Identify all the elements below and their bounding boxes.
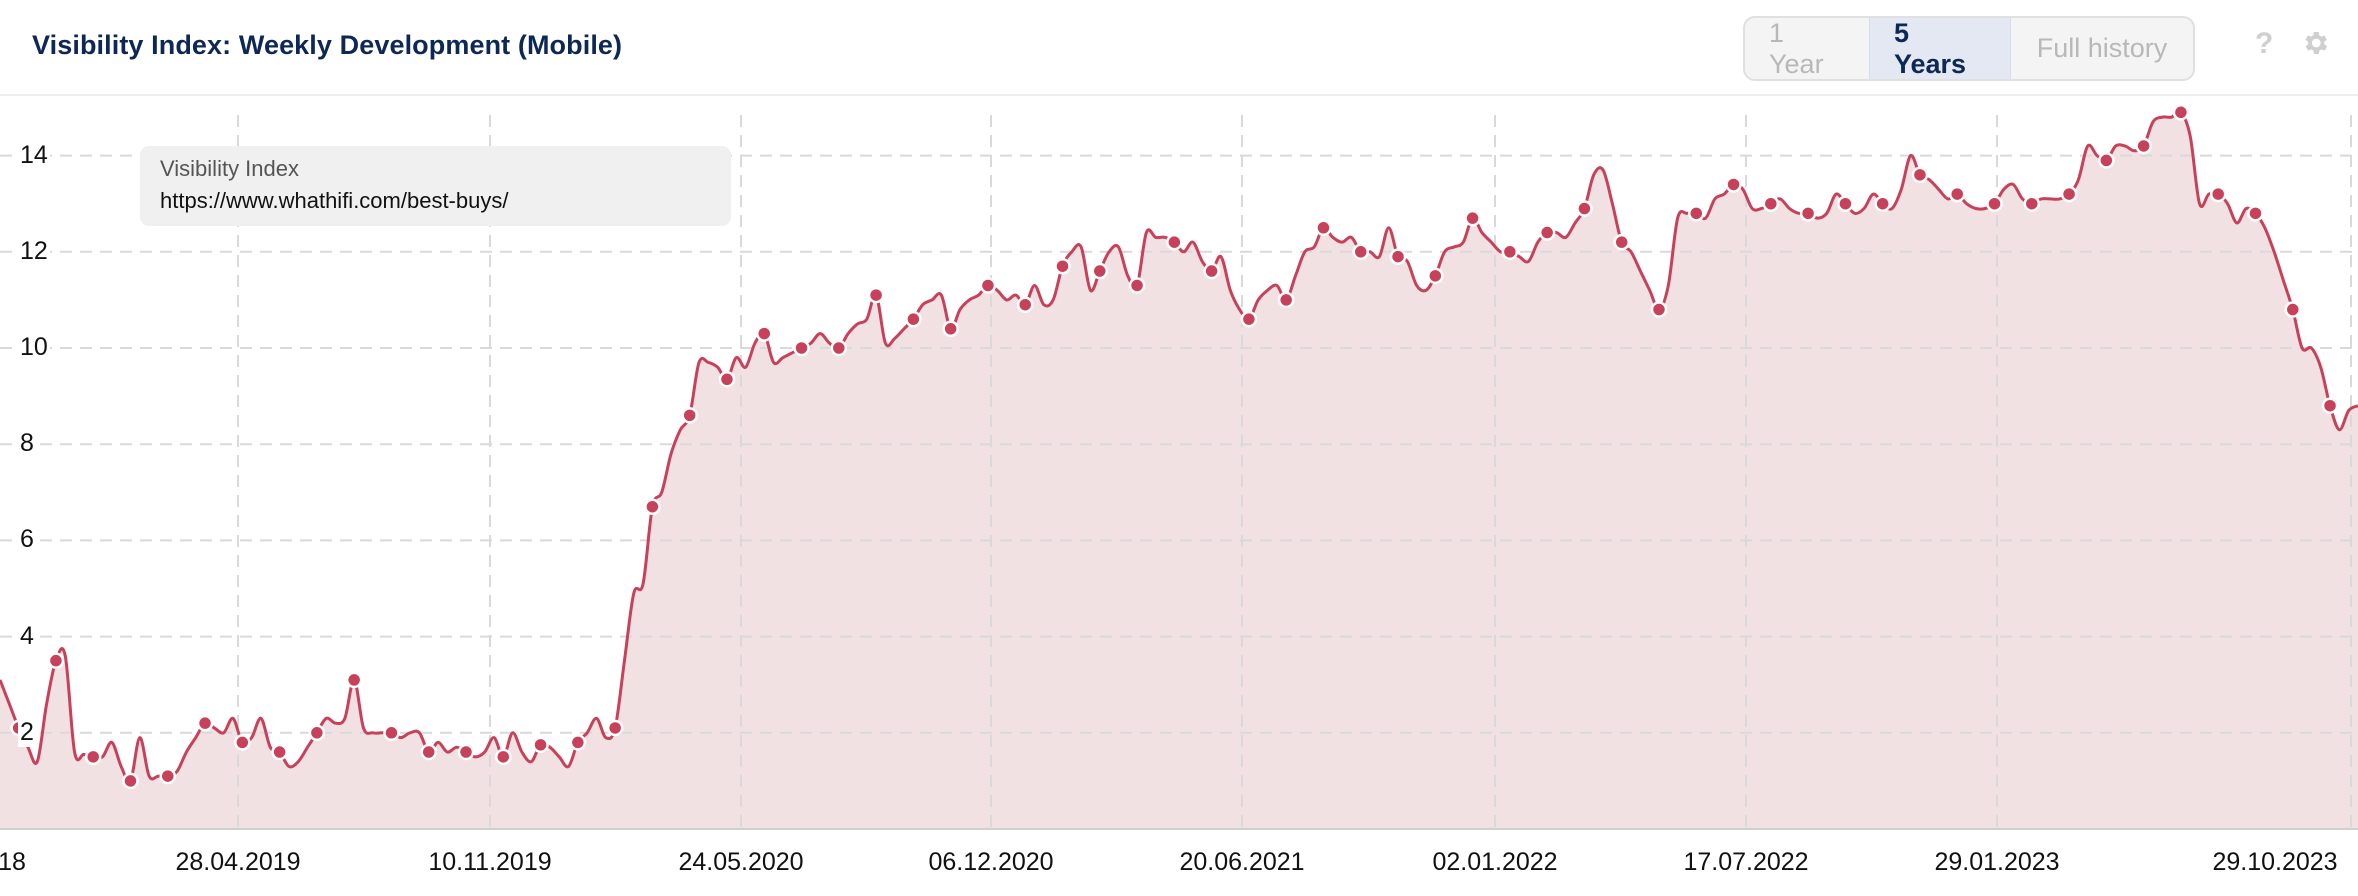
- data-point-marker[interactable]: [196, 714, 214, 732]
- x-tick-label: 10.11.2019: [428, 848, 552, 876]
- y-tick-label: 8: [18, 429, 36, 459]
- data-point-marker[interactable]: [1389, 248, 1407, 265]
- chart-card: Visibility Index: Weekly Development (Mo…: [0, 0, 2358, 896]
- data-point-marker[interactable]: [1240, 310, 1258, 328]
- data-point-marker[interactable]: [271, 743, 288, 761]
- data-point-marker[interactable]: [308, 724, 326, 742]
- data-point-marker[interactable]: [2247, 205, 2264, 222]
- data-point-marker[interactable]: [1948, 185, 1966, 203]
- y-tick-label: 4: [18, 621, 36, 651]
- data-point-marker[interactable]: [867, 286, 885, 304]
- data-point-marker[interactable]: [532, 736, 549, 754]
- data-point-marker[interactable]: [1762, 195, 1780, 212]
- data-point-marker[interactable]: [1203, 262, 1220, 280]
- y-tick-label: 6: [18, 525, 36, 555]
- data-point-marker[interactable]: [681, 407, 698, 424]
- data-point-marker[interactable]: [2209, 185, 2227, 203]
- data-point-marker[interactable]: [1986, 195, 2003, 212]
- data-point-marker[interactable]: [1166, 233, 1183, 251]
- data-point-marker[interactable]: [1016, 296, 1034, 313]
- y-tick-label: 14: [18, 140, 50, 170]
- data-point-marker[interactable]: [495, 748, 512, 766]
- y-tick-label: 12: [18, 236, 50, 266]
- y-tick-label: 10: [18, 333, 50, 362]
- x-tick-label: 18: [0, 848, 26, 876]
- x-tick-label: 06.12.2020: [928, 848, 1054, 876]
- x-tick-label: 17.07.2022: [1683, 848, 1809, 876]
- data-point-marker[interactable]: [1128, 277, 1146, 294]
- data-point-marker[interactable]: [1650, 301, 1668, 318]
- data-point-marker[interactable]: [84, 748, 102, 766]
- x-tick-label: 02.01.2022: [1432, 848, 1558, 876]
- data-point-marker[interactable]: [383, 724, 400, 742]
- data-point-marker[interactable]: [793, 339, 810, 357]
- data-point-marker[interactable]: [1464, 209, 1481, 227]
- x-tick-label: 29.10.2023: [2212, 848, 2338, 876]
- data-point-marker[interactable]: [905, 310, 922, 328]
- data-point-marker[interactable]: [644, 498, 661, 515]
- chart-plot: [0, 104, 2358, 830]
- data-point-marker[interactable]: [2135, 137, 2152, 155]
- data-point-marker[interactable]: [1874, 195, 1891, 212]
- x-tick-label: 29.01.2023: [1934, 848, 2060, 876]
- legend-title: Visibility Index: [160, 156, 299, 181]
- data-point-marker[interactable]: [756, 325, 773, 342]
- legend-box: Visibility Index https://www.whathifi.co…: [140, 146, 731, 226]
- data-point-marker[interactable]: [420, 743, 437, 761]
- data-point-marker[interactable]: [1352, 243, 1369, 261]
- data-point-marker[interactable]: [718, 371, 736, 388]
- data-point-marker[interactable]: [1427, 267, 1444, 285]
- data-point-marker[interactable]: [1091, 262, 1109, 280]
- data-point-marker[interactable]: [159, 767, 177, 785]
- data-point-marker[interactable]: [1277, 291, 1295, 309]
- data-point-marker[interactable]: [569, 734, 587, 751]
- data-point-marker[interactable]: [47, 652, 65, 669]
- data-point-marker[interactable]: [1837, 195, 1854, 212]
- data-point-marker[interactable]: [1576, 200, 1593, 217]
- data-point-marker[interactable]: [1688, 205, 1705, 222]
- data-point-marker[interactable]: [2023, 195, 2041, 212]
- x-tick-label: 20.06.2021: [1179, 848, 1305, 876]
- data-point-marker[interactable]: [1725, 176, 1742, 193]
- y-tick-label: 2: [18, 717, 36, 747]
- data-point-marker[interactable]: [1054, 257, 1071, 275]
- data-point-marker[interactable]: [2098, 152, 2115, 169]
- data-point-marker[interactable]: [2172, 104, 2190, 121]
- data-point-marker[interactable]: [122, 772, 139, 790]
- data-point-marker[interactable]: [1613, 233, 1630, 251]
- data-point-marker[interactable]: [942, 320, 959, 338]
- legend-series-url: https://www.whathifi.com/best-buys/: [160, 188, 509, 213]
- data-point-marker[interactable]: [1538, 224, 1556, 241]
- data-point-marker[interactable]: [1315, 219, 1332, 236]
- data-point-marker[interactable]: [2284, 301, 2302, 318]
- data-point-marker[interactable]: [2321, 397, 2339, 414]
- data-point-marker[interactable]: [345, 671, 363, 689]
- data-point-marker[interactable]: [606, 719, 624, 737]
- data-point-marker[interactable]: [979, 277, 997, 294]
- data-point-marker[interactable]: [234, 734, 251, 751]
- data-point-marker[interactable]: [1501, 243, 1519, 261]
- x-tick-label: 24.05.2020: [678, 848, 804, 876]
- data-point-marker[interactable]: [1799, 205, 1817, 222]
- data-point-marker[interactable]: [2060, 185, 2078, 203]
- data-point-marker[interactable]: [457, 743, 475, 761]
- data-point-marker[interactable]: [1911, 166, 1929, 184]
- x-tick-label: 28.04.2019: [175, 848, 301, 876]
- data-point-marker[interactable]: [830, 339, 848, 357]
